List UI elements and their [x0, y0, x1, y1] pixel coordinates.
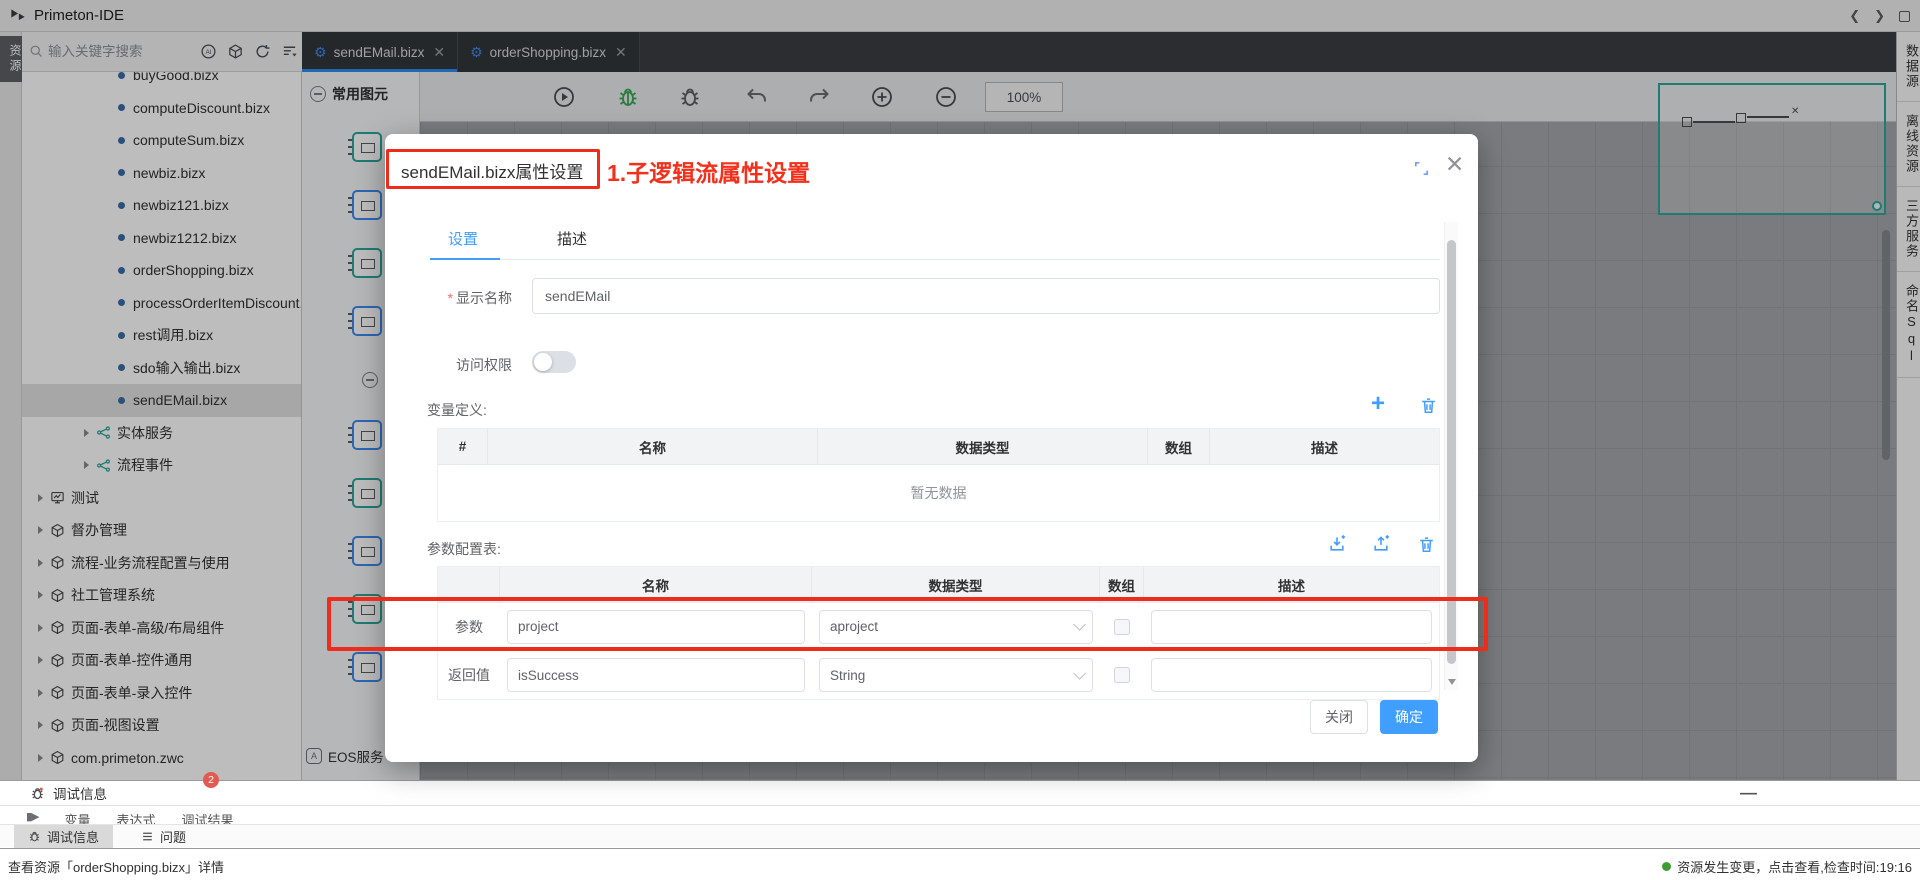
variables-col-header: 数组 — [1148, 429, 1210, 464]
display-name-label: *显示名称 — [420, 288, 512, 308]
access-toggle[interactable] — [532, 351, 576, 373]
param-desc-input[interactable] — [1151, 658, 1432, 692]
confirm-button[interactable]: 确定 — [1380, 700, 1438, 734]
param-type-select[interactable]: String — [819, 658, 1093, 692]
close-dialog-icon[interactable]: ✕ — [1445, 151, 1464, 178]
status-right[interactable]: 资源发生变更，点击查看,检查时间:19:16 — [1662, 857, 1912, 876]
debug-subtab[interactable]: 调试结果 — [182, 810, 234, 824]
debug-panel: 调试信息 — ▮▶ 变量表达式调试结果 调试信息 问题 2 — [0, 780, 1920, 848]
variables-col-header: 名称 — [488, 429, 818, 464]
chevron-down-icon — [1073, 667, 1086, 680]
variables-section-label: 变量定义: — [427, 400, 487, 420]
dialog-tab-description[interactable]: 描述 — [557, 228, 587, 249]
export-params-icon[interactable] — [1371, 534, 1391, 554]
bottom-tab-bar: 调试信息 问题 — [0, 824, 1920, 847]
variables-col-header: 描述 — [1210, 429, 1439, 464]
status-left-text[interactable]: 查看资源「orderShopping.bizx」详情 — [8, 857, 224, 876]
debug-bug-icon — [30, 786, 45, 801]
list-icon — [141, 830, 154, 843]
debug-subtab[interactable]: 变量 — [65, 810, 91, 824]
param-name-input[interactable]: isSuccess — [507, 658, 805, 692]
param-row: 返回值 isSuccess String — [438, 651, 1439, 699]
annotation-param-row-box — [327, 597, 1488, 651]
delete-variable-icon[interactable] — [1419, 396, 1438, 415]
annotation-step-text: 1.子逻辑流属性设置 — [607, 154, 810, 188]
app-root: Primeton-IDE ❮ ❯ 资源 AI — [0, 0, 1920, 880]
import-params-icon[interactable] — [1327, 534, 1347, 554]
close-button[interactable]: 关闭 — [1310, 700, 1368, 734]
dialog-tab-settings[interactable]: 设置 — [448, 228, 478, 249]
bug-icon — [28, 830, 41, 843]
variables-empty-text: 暂无数据 — [438, 465, 1439, 521]
debug-panel-title: 调试信息 — [53, 783, 107, 803]
bottom-tab-debug[interactable]: 调试信息 — [14, 825, 113, 848]
status-bar: 查看资源「orderShopping.bizx」详情 资源发生变更，点击查看,检… — [0, 848, 1920, 880]
problems-count-badge: 2 — [203, 772, 219, 788]
bottom-tab-label: 调试信息 — [47, 827, 99, 846]
param-array-checkbox[interactable] — [1114, 667, 1130, 683]
status-right-text: 资源发生变更，点击查看,检查时间:19:16 — [1677, 857, 1912, 876]
annotation-title-box — [386, 149, 600, 189]
scroll-down-icon[interactable] — [1448, 679, 1456, 685]
fullscreen-icon[interactable] — [1413, 160, 1430, 177]
debug-subtab-row: ▮▶ 变量 表达式 调试结果 — [0, 807, 1920, 824]
properties-dialog: sendEMail.bizx属性设置 ✕ 设置 描述 *显示名称 访问权限 变量… — [385, 134, 1478, 762]
param-type-value: String — [830, 668, 865, 683]
params-section-label: 参数配置表: — [427, 539, 501, 559]
debug-subtab[interactable]: 表达式 — [117, 810, 156, 824]
variables-col-header: # — [438, 429, 488, 464]
variables-table: #名称数据类型数组描述 暂无数据 — [437, 428, 1440, 522]
resource-changed-dot-icon — [1662, 862, 1671, 871]
step-controls-icon[interactable]: ▮▶ — [26, 810, 39, 824]
variables-col-header: 数据类型 — [818, 429, 1148, 464]
access-label: 访问权限 — [420, 355, 512, 375]
minimize-panel-icon[interactable]: — — [1740, 783, 1757, 803]
add-variable-icon[interactable]: + — [1371, 394, 1385, 414]
bottom-tab-problems[interactable]: 问题 — [127, 825, 200, 848]
display-name-input[interactable] — [532, 278, 1440, 314]
delete-param-icon[interactable] — [1417, 535, 1436, 554]
bottom-tab-label: 问题 — [160, 827, 186, 846]
active-tab-underline — [430, 258, 500, 261]
param-kind-label: 返回值 — [438, 651, 500, 699]
dialog-tabs: 设置 描述 — [430, 222, 1440, 260]
